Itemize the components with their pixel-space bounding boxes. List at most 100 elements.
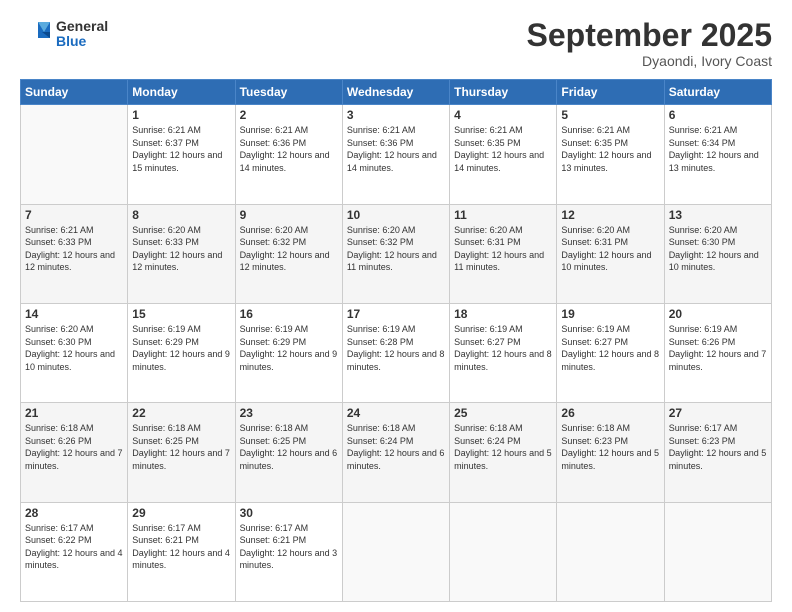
col-tuesday: Tuesday bbox=[235, 80, 342, 105]
day-info: Sunrise: 6:21 AM Sunset: 6:35 PM Dayligh… bbox=[561, 124, 659, 174]
day-number: 17 bbox=[347, 307, 445, 321]
day-number: 9 bbox=[240, 208, 338, 222]
page: General Blue September 2025 Dyaondi, Ivo… bbox=[0, 0, 792, 612]
table-row: 20 Sunrise: 6:19 AM Sunset: 6:26 PM Dayli… bbox=[664, 303, 771, 402]
table-row: 25 Sunrise: 6:18 AM Sunset: 6:24 PM Dayli… bbox=[450, 403, 557, 502]
day-number: 24 bbox=[347, 406, 445, 420]
day-info: Sunrise: 6:19 AM Sunset: 6:28 PM Dayligh… bbox=[347, 323, 445, 373]
day-number: 1 bbox=[132, 108, 230, 122]
table-row: 27 Sunrise: 6:17 AM Sunset: 6:23 PM Dayli… bbox=[664, 403, 771, 502]
col-friday: Friday bbox=[557, 80, 664, 105]
table-row: 8 Sunrise: 6:20 AM Sunset: 6:33 PM Daylig… bbox=[128, 204, 235, 303]
table-row: 28 Sunrise: 6:17 AM Sunset: 6:22 PM Dayli… bbox=[21, 502, 128, 601]
col-sunday: Sunday bbox=[21, 80, 128, 105]
col-saturday: Saturday bbox=[664, 80, 771, 105]
table-row: 1 Sunrise: 6:21 AM Sunset: 6:37 PM Daylig… bbox=[128, 105, 235, 204]
table-row: 7 Sunrise: 6:21 AM Sunset: 6:33 PM Daylig… bbox=[21, 204, 128, 303]
day-number: 25 bbox=[454, 406, 552, 420]
table-row: 22 Sunrise: 6:18 AM Sunset: 6:25 PM Dayli… bbox=[128, 403, 235, 502]
day-info: Sunrise: 6:21 AM Sunset: 6:36 PM Dayligh… bbox=[240, 124, 338, 174]
day-info: Sunrise: 6:19 AM Sunset: 6:27 PM Dayligh… bbox=[561, 323, 659, 373]
table-row: 5 Sunrise: 6:21 AM Sunset: 6:35 PM Daylig… bbox=[557, 105, 664, 204]
col-monday: Monday bbox=[128, 80, 235, 105]
table-row: 16 Sunrise: 6:19 AM Sunset: 6:29 PM Dayli… bbox=[235, 303, 342, 402]
day-info: Sunrise: 6:21 AM Sunset: 6:35 PM Dayligh… bbox=[454, 124, 552, 174]
day-number: 27 bbox=[669, 406, 767, 420]
day-info: Sunrise: 6:18 AM Sunset: 6:23 PM Dayligh… bbox=[561, 422, 659, 472]
day-number: 5 bbox=[561, 108, 659, 122]
table-row bbox=[557, 502, 664, 601]
logo: General Blue bbox=[20, 18, 108, 50]
title-block: September 2025 Dyaondi, Ivory Coast bbox=[527, 18, 772, 69]
day-number: 16 bbox=[240, 307, 338, 321]
table-row: 18 Sunrise: 6:19 AM Sunset: 6:27 PM Dayli… bbox=[450, 303, 557, 402]
header: General Blue September 2025 Dyaondi, Ivo… bbox=[20, 18, 772, 69]
calendar-table: Sunday Monday Tuesday Wednesday Thursday… bbox=[20, 79, 772, 602]
day-number: 18 bbox=[454, 307, 552, 321]
day-info: Sunrise: 6:19 AM Sunset: 6:29 PM Dayligh… bbox=[240, 323, 338, 373]
table-row: 4 Sunrise: 6:21 AM Sunset: 6:35 PM Daylig… bbox=[450, 105, 557, 204]
logo-text: General Blue bbox=[56, 19, 108, 50]
table-row: 19Sunrise: 6:19 AM Sunset: 6:27 PM Dayli… bbox=[557, 303, 664, 402]
day-number: 13 bbox=[669, 208, 767, 222]
day-info: Sunrise: 6:17 AM Sunset: 6:22 PM Dayligh… bbox=[25, 522, 123, 572]
day-info: Sunrise: 6:20 AM Sunset: 6:33 PM Dayligh… bbox=[132, 224, 230, 274]
table-row bbox=[21, 105, 128, 204]
day-info: Sunrise: 6:18 AM Sunset: 6:26 PM Dayligh… bbox=[25, 422, 123, 472]
col-thursday: Thursday bbox=[450, 80, 557, 105]
table-row: 26Sunrise: 6:18 AM Sunset: 6:23 PM Dayli… bbox=[557, 403, 664, 502]
day-info: Sunrise: 6:20 AM Sunset: 6:32 PM Dayligh… bbox=[347, 224, 445, 274]
table-row: 29 Sunrise: 6:17 AM Sunset: 6:21 PM Dayli… bbox=[128, 502, 235, 601]
day-info: Sunrise: 6:19 AM Sunset: 6:29 PM Dayligh… bbox=[132, 323, 230, 373]
day-number: 12 bbox=[561, 208, 659, 222]
month-title: September 2025 bbox=[527, 18, 772, 53]
day-info: Sunrise: 6:18 AM Sunset: 6:25 PM Dayligh… bbox=[240, 422, 338, 472]
table-row: 30Sunrise: 6:17 AM Sunset: 6:21 PM Dayli… bbox=[235, 502, 342, 601]
day-number: 6 bbox=[669, 108, 767, 122]
table-row: 15 Sunrise: 6:19 AM Sunset: 6:29 PM Dayli… bbox=[128, 303, 235, 402]
table-row: 2Sunrise: 6:21 AM Sunset: 6:36 PM Daylig… bbox=[235, 105, 342, 204]
table-row: 23Sunrise: 6:18 AM Sunset: 6:25 PM Dayli… bbox=[235, 403, 342, 502]
calendar-header-row: Sunday Monday Tuesday Wednesday Thursday… bbox=[21, 80, 772, 105]
col-wednesday: Wednesday bbox=[342, 80, 449, 105]
day-info: Sunrise: 6:18 AM Sunset: 6:24 PM Dayligh… bbox=[347, 422, 445, 472]
day-number: 30 bbox=[240, 506, 338, 520]
table-row: 21Sunrise: 6:18 AM Sunset: 6:26 PM Dayli… bbox=[21, 403, 128, 502]
logo-blue-text: Blue bbox=[56, 34, 108, 49]
table-row: 14Sunrise: 6:20 AM Sunset: 6:30 PM Dayli… bbox=[21, 303, 128, 402]
day-info: Sunrise: 6:17 AM Sunset: 6:21 PM Dayligh… bbox=[132, 522, 230, 572]
logo-icon bbox=[20, 18, 52, 50]
table-row: 24 Sunrise: 6:18 AM Sunset: 6:24 PM Dayli… bbox=[342, 403, 449, 502]
table-row: 17 Sunrise: 6:19 AM Sunset: 6:28 PM Dayli… bbox=[342, 303, 449, 402]
day-number: 8 bbox=[132, 208, 230, 222]
day-info: Sunrise: 6:20 AM Sunset: 6:31 PM Dayligh… bbox=[454, 224, 552, 274]
day-number: 15 bbox=[132, 307, 230, 321]
table-row bbox=[342, 502, 449, 601]
day-info: Sunrise: 6:19 AM Sunset: 6:26 PM Dayligh… bbox=[669, 323, 767, 373]
location: Dyaondi, Ivory Coast bbox=[527, 53, 772, 69]
day-number: 29 bbox=[132, 506, 230, 520]
day-info: Sunrise: 6:21 AM Sunset: 6:33 PM Dayligh… bbox=[25, 224, 123, 274]
day-number: 22 bbox=[132, 406, 230, 420]
table-row bbox=[450, 502, 557, 601]
day-info: Sunrise: 6:17 AM Sunset: 6:23 PM Dayligh… bbox=[669, 422, 767, 472]
day-number: 7 bbox=[25, 208, 123, 222]
day-number: 3 bbox=[347, 108, 445, 122]
day-number: 11 bbox=[454, 208, 552, 222]
day-info: Sunrise: 6:20 AM Sunset: 6:31 PM Dayligh… bbox=[561, 224, 659, 274]
day-number: 4 bbox=[454, 108, 552, 122]
day-number: 14 bbox=[25, 307, 123, 321]
day-info: Sunrise: 6:21 AM Sunset: 6:34 PM Dayligh… bbox=[669, 124, 767, 174]
day-number: 28 bbox=[25, 506, 123, 520]
day-info: Sunrise: 6:18 AM Sunset: 6:25 PM Dayligh… bbox=[132, 422, 230, 472]
day-number: 20 bbox=[669, 307, 767, 321]
day-info: Sunrise: 6:19 AM Sunset: 6:27 PM Dayligh… bbox=[454, 323, 552, 373]
table-row: 9Sunrise: 6:20 AM Sunset: 6:32 PM Daylig… bbox=[235, 204, 342, 303]
table-row: 10 Sunrise: 6:20 AM Sunset: 6:32 PM Dayli… bbox=[342, 204, 449, 303]
table-row bbox=[664, 502, 771, 601]
table-row: 3Sunrise: 6:21 AM Sunset: 6:36 PM Daylig… bbox=[342, 105, 449, 204]
day-info: Sunrise: 6:21 AM Sunset: 6:37 PM Dayligh… bbox=[132, 124, 230, 174]
day-info: Sunrise: 6:18 AM Sunset: 6:24 PM Dayligh… bbox=[454, 422, 552, 472]
logo-general-text: General bbox=[56, 19, 108, 34]
day-number: 10 bbox=[347, 208, 445, 222]
